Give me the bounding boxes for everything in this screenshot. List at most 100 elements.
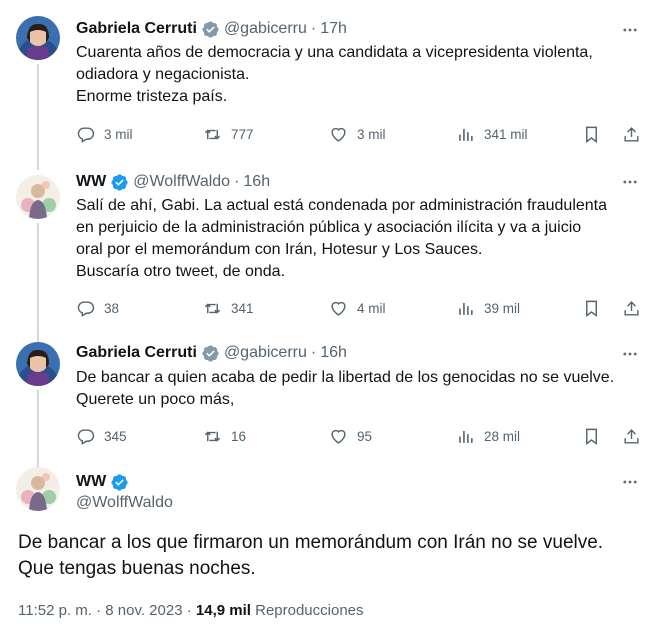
main-tweet-text: De bancar a los que firmaron un memoránd… <box>18 530 603 582</box>
avatar-gabriela[interactable] <box>16 16 60 60</box>
author-handle[interactable]: @WolffWaldo <box>133 173 230 191</box>
tweet-line: Enorme tristeza país. <box>76 88 228 105</box>
author-name[interactable]: WW <box>76 173 106 191</box>
more-icon[interactable] <box>620 172 640 192</box>
reply-button[interactable]: 38 <box>76 298 119 318</box>
action-bar: 3 mil 777 3 mil 341 mil <box>76 124 644 144</box>
like-button[interactable]: 3 mil <box>329 124 386 144</box>
bookmark-button[interactable] <box>582 298 601 318</box>
tweet-time[interactable]: 16h <box>243 173 270 191</box>
like-button[interactable]: 4 mil <box>329 298 386 318</box>
views-button[interactable]: 39 mil <box>456 298 520 318</box>
action-bar: 345 16 95 28 mil <box>76 426 644 446</box>
tweet-meta: 11:52 p. m. · 8 nov. 2023 · 14,9 mil Rep… <box>18 602 364 619</box>
views-count: 39 mil <box>484 300 521 316</box>
tweet-header: WW @WolffWaldo · 16h <box>76 171 270 193</box>
repost-count: 777 <box>231 126 254 142</box>
views-label: Reproducciones <box>250 602 364 619</box>
author-handle[interactable]: @WolffWaldo <box>76 494 173 512</box>
like-count: 3 mil <box>357 126 386 142</box>
reply-icon <box>77 300 95 317</box>
more-icon[interactable] <box>620 344 640 364</box>
share-icon <box>624 300 639 316</box>
tweet-text: Salí de ahí, Gabi. La actual está conden… <box>76 195 644 283</box>
reply-count: 3 mil <box>104 126 133 142</box>
views-count: 341 mil <box>484 126 528 142</box>
more-icon[interactable] <box>620 472 640 492</box>
avatar-ww[interactable] <box>16 467 60 511</box>
reply-count: 38 <box>104 300 120 316</box>
author-name[interactable]: Gabriela Cerruti <box>76 344 197 362</box>
tweet-1[interactable]: Gabriela Cerruti @gabicerru · 17h Cuaren… <box>0 0 662 170</box>
tweet-line: oral por el memorándum con Irán, Hotesur… <box>76 241 483 258</box>
tweet-2[interactable]: WW @WolffWaldo · 16h Salí de ahí, Gabi. … <box>0 165 662 343</box>
repost-button[interactable]: 341 <box>203 298 254 318</box>
like-count: 95 <box>357 428 373 444</box>
verified-badge-icon <box>110 473 129 492</box>
tweet-header: Gabriela Cerruti @gabicerru · 17h <box>76 18 347 40</box>
author-name[interactable]: WW <box>76 473 106 491</box>
separator: · <box>310 344 317 361</box>
repost-count: 16 <box>231 428 247 444</box>
reply-button[interactable]: 3 mil <box>76 124 133 144</box>
tweet-line: en perjuicio de la administración públic… <box>76 219 582 236</box>
tweet-line: Querete un poco más, <box>76 391 235 408</box>
reply-button[interactable]: 345 <box>76 426 127 446</box>
repost-icon <box>204 303 221 313</box>
thread-line <box>37 223 39 343</box>
like-count: 4 mil <box>357 300 386 316</box>
repost-button[interactable]: 16 <box>203 426 246 446</box>
repost-button[interactable]: 777 <box>203 124 254 144</box>
author-handle[interactable]: @gabicerru <box>224 20 307 38</box>
tweet-time[interactable]: 16h <box>320 344 347 362</box>
tweet-text: De bancar a quien acaba de pedir la libe… <box>76 367 644 411</box>
bookmark-icon <box>586 126 597 143</box>
tweet-time[interactable]: 17h <box>320 20 347 38</box>
like-icon <box>331 301 346 316</box>
like-icon <box>331 127 346 142</box>
separator: · <box>234 173 240 190</box>
avatar-gabriela[interactable] <box>16 342 60 386</box>
repost-icon <box>204 129 221 139</box>
author-handle[interactable]: @gabicerru <box>224 344 307 362</box>
tweet-line: Salí de ahí, Gabi. La actual está conden… <box>76 197 608 214</box>
views-button[interactable]: 28 mil <box>456 426 520 446</box>
tweet-line: Buscaría otro tweet, de onda. <box>76 263 286 280</box>
tweet-3[interactable]: Gabriela Cerruti @gabicerru · 16h De ban… <box>0 340 662 475</box>
timestamp[interactable]: 11:52 p. m. · 8 nov. 2023 · <box>18 602 196 619</box>
reply-icon <box>77 428 95 445</box>
bookmark-icon <box>586 428 597 445</box>
share-button[interactable] <box>622 426 641 446</box>
action-bar: 38 341 4 mil 39 mil <box>76 298 644 318</box>
bookmark-button[interactable] <box>582 426 601 446</box>
views-total: 14,9 mil <box>195 602 251 619</box>
tweet-line: Que tengas buenas noches. <box>18 558 256 579</box>
like-button[interactable]: 95 <box>329 426 372 446</box>
views-button[interactable]: 341 mil <box>456 124 528 144</box>
reply-icon <box>77 126 95 143</box>
more-icon[interactable] <box>620 20 640 40</box>
like-icon <box>331 429 346 444</box>
thread-line <box>37 390 39 475</box>
verified-badge-icon <box>110 173 129 192</box>
thread-line <box>37 64 39 170</box>
share-button[interactable] <box>622 124 641 144</box>
author-name[interactable]: Gabriela Cerruti <box>76 20 197 38</box>
repost-icon <box>204 431 221 441</box>
tweet-line: odiadora y negacionista. <box>76 66 250 83</box>
reply-count: 345 <box>104 428 127 444</box>
views-icon <box>459 302 473 315</box>
verified-badge-icon <box>201 20 220 39</box>
tweet-text: Cuarenta años de democracia y una candid… <box>76 42 644 108</box>
tweet-header: Gabriela Cerruti @gabicerru · 16h <box>76 342 347 364</box>
main-tweet-header: WW @WolffWaldo <box>76 472 173 512</box>
bookmark-button[interactable] <box>582 124 601 144</box>
bookmark-icon <box>586 300 597 317</box>
avatar-ww[interactable] <box>16 175 60 219</box>
tweet-line: Cuarenta años de democracia y una candid… <box>76 44 593 61</box>
views-count: 28 mil <box>484 428 521 444</box>
share-button[interactable] <box>622 298 641 318</box>
tweet-line: De bancar a los que firmaron un memoránd… <box>18 532 604 553</box>
verified-badge-icon <box>201 344 220 363</box>
views-icon <box>459 128 473 141</box>
